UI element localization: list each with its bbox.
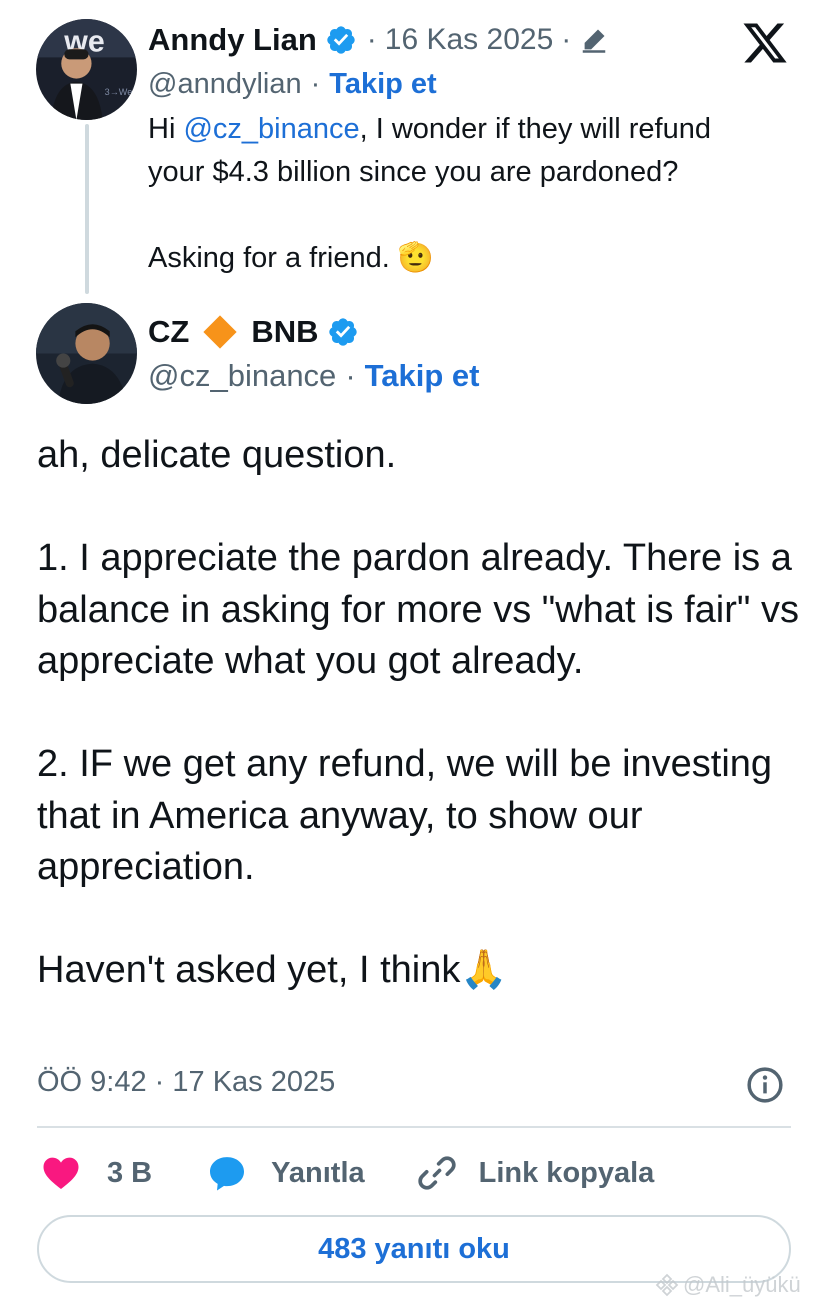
reply-button[interactable]: Yanıtla	[207, 1153, 365, 1193]
x-logo-icon[interactable]	[741, 19, 789, 67]
watermark-text: @Ali_üyükü	[683, 1272, 801, 1297]
handle-separator: ·	[310, 67, 321, 100]
tweet-paragraph-3: 2. IF we get any refund, we will be inve…	[37, 743, 773, 888]
tweet-action-bar: 3 B Yanıtla Link kopyala	[37, 1150, 654, 1196]
quoted-tweet-handle-row: @anndylian · Takip et	[148, 64, 437, 104]
quoted-author-handle[interactable]: @anndylian	[148, 68, 302, 101]
follow-anndy-button[interactable]: Takip et	[329, 68, 436, 101]
edit-separator: ·	[561, 23, 572, 56]
like-count: 3 B	[107, 1156, 153, 1189]
copy-link-button[interactable]: Link kopyala	[417, 1153, 655, 1193]
main-tweet-text: ah, delicate question. 1. I appreciate t…	[37, 430, 807, 997]
quoted-author-name[interactable]: Anndy Lian	[148, 22, 317, 58]
verified-badge-icon	[328, 318, 357, 346]
quoted-tweet-text: Hi @cz_binance, I wonder if they will re…	[148, 108, 808, 280]
thread-connector-line	[85, 124, 89, 294]
svg-text:3→Web: 3→Web	[105, 87, 137, 97]
main-tweet-header: CZ BNB	[148, 311, 359, 353]
follow-cz-button[interactable]: Takip et	[365, 358, 480, 394]
main-author-suffix[interactable]: BNB	[251, 314, 318, 350]
main-tweet-handle-row: @cz_binance · Takip et	[148, 356, 479, 396]
cz-avatar[interactable]	[36, 303, 137, 404]
tweet-paragraph-1: ah, delicate question.	[37, 434, 397, 476]
reply-bubble-icon	[210, 1157, 245, 1191]
info-icon[interactable]	[746, 1066, 784, 1104]
heart-icon	[43, 1157, 79, 1189]
pencil-icon[interactable]	[579, 25, 609, 55]
handle-separator: ·	[345, 358, 356, 393]
link-icon	[417, 1156, 456, 1190]
watermark: @Ali_üyükü	[655, 1272, 801, 1298]
like-button[interactable]: 3 B	[37, 1153, 152, 1193]
quoted-tweet-header: Anndy Lian · 16 Kas 2025 ·	[148, 20, 609, 60]
reply-label: Yanıtla	[271, 1156, 365, 1189]
date-separator: ·	[366, 23, 377, 56]
main-author-handle[interactable]: @cz_binance	[148, 358, 336, 394]
tweet-timestamp[interactable]: ÖÖ 9:42 · 17 Kas 2025	[37, 1066, 335, 1099]
quoted-tweet-date[interactable]: 16 Kas 2025	[385, 23, 553, 57]
quoted-text-line3: Asking for a friend. 🫡	[148, 242, 434, 274]
bnb-diamond-icon	[203, 315, 237, 349]
binance-square-icon	[655, 1273, 679, 1297]
anndy-lian-avatar[interactable]: we 3→Web	[36, 19, 137, 120]
tweet-paragraph-4: Haven't asked yet, I think🙏	[37, 949, 508, 991]
quoted-text-line2: your $4.3 billion since you are pardoned…	[148, 156, 679, 188]
tweet-paragraph-2: 1. I appreciate the pardon already. Ther…	[37, 537, 799, 682]
action-divider	[37, 1126, 791, 1128]
quoted-text-prefix: Hi	[148, 113, 184, 145]
quoted-text-line1: , I wonder if they will refund	[359, 113, 711, 145]
mention-link[interactable]: @cz_binance	[183, 113, 359, 145]
verified-badge-icon	[327, 26, 355, 54]
main-author-name[interactable]: CZ	[148, 314, 189, 350]
copy-link-label: Link kopyala	[478, 1156, 655, 1189]
